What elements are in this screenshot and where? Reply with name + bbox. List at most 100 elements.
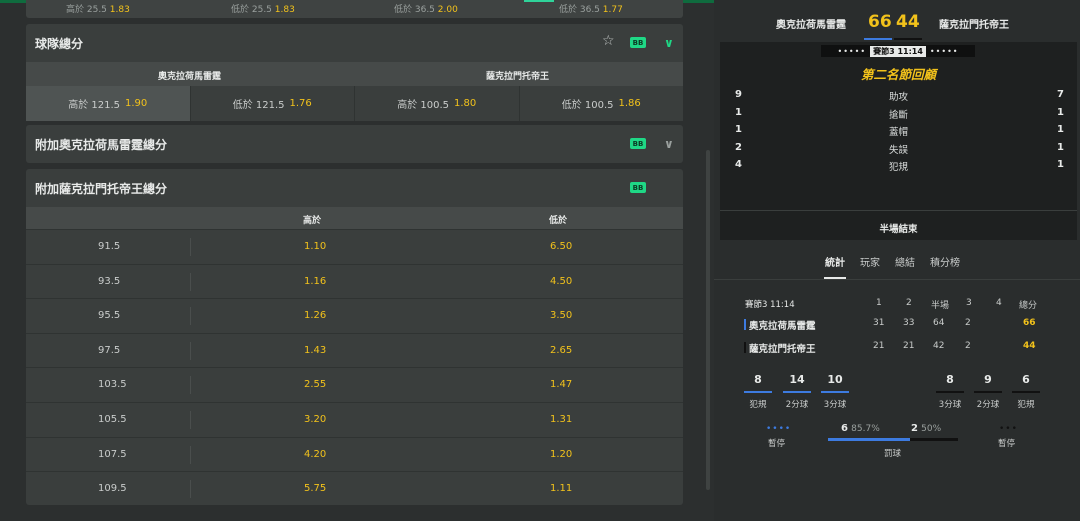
bet-home-over[interactable]: 高於 121.5 1.90 — [26, 86, 191, 121]
free-throw-label: 罰球 — [884, 449, 902, 459]
alt-line: 107.5 — [98, 448, 127, 460]
strip-highlight — [524, 0, 554, 2]
recap-away-value: 7 — [1057, 89, 1064, 100]
column-divider — [190, 238, 191, 256]
chevron-down-icon[interactable]: ∨ — [664, 137, 674, 151]
recap-stat-row: 1 搶斷 1 — [720, 107, 1077, 125]
bet-home-under[interactable]: 低於 121.5 1.76 — [190, 86, 355, 121]
period-clock-pill: ••••• 賽節3 11:14 ••••• — [821, 45, 975, 57]
alt-over-odd[interactable]: 1.43 — [304, 345, 326, 356]
alt-under-odd[interactable]: 1.47 — [550, 379, 572, 390]
stat-bar — [974, 391, 1002, 393]
box-away-q2: 21 — [903, 341, 915, 351]
box-away-q3: 2 — [965, 341, 971, 351]
alt-over-odd[interactable]: 4.20 — [304, 449, 326, 460]
chevron-down-icon[interactable]: ∨ — [664, 36, 674, 50]
col-total: 總分 — [1019, 301, 1038, 311]
alt-over-odd[interactable]: 1.26 — [304, 310, 326, 321]
extra-home-header[interactable]: 附加奧克拉荷馬雷霆總分 BB ∨ — [26, 125, 683, 163]
alt-over-odd[interactable]: 2.55 — [304, 379, 326, 390]
recap-away-value: 1 — [1057, 159, 1064, 170]
halftime-label: 半場結束 — [720, 210, 1077, 235]
alt-under-odd[interactable]: 4.50 — [550, 276, 572, 287]
strip-odd: 1.83 — [274, 5, 295, 15]
alt-under-odd[interactable]: 1.11 — [550, 483, 572, 494]
live-match-panel: 奧克拉荷馬雷霆 66 44 薩克拉門托帝王 ••••• 賽節3 11:14 ••… — [714, 0, 1080, 521]
home-team-name: 奧克拉荷馬雷霆 — [776, 20, 846, 31]
bet-odd: 1.76 — [289, 98, 312, 109]
away-stat-3pt: 8 3分球 — [936, 373, 964, 410]
col-q4: 4 — [996, 298, 1002, 308]
bet-label: 高於 100.5 — [397, 100, 450, 111]
stat-bar — [936, 391, 964, 393]
strip-cell-b[interactable]: 低於 25.5 1.83 — [231, 2, 295, 15]
scrollbar[interactable] — [706, 150, 710, 490]
away-ft-bar — [910, 438, 958, 441]
under-header: 低於 — [549, 216, 568, 226]
bet-builder-badge: BB — [630, 182, 646, 193]
strip-odd: 1.83 — [109, 5, 130, 15]
alt-under-odd[interactable]: 3.50 — [550, 310, 572, 321]
tab-standings[interactable]: 積分榜 — [930, 254, 960, 269]
recap-stat-name: 失誤 — [888, 144, 908, 156]
home-timeout-label: 暫停 — [768, 439, 786, 449]
alt-over-odd[interactable]: 1.16 — [304, 276, 326, 287]
recap-stat-name: 犯規 — [888, 162, 908, 173]
stat-bar — [783, 391, 811, 393]
team-totals-header[interactable]: 球隊總分 ☆ BB ∨ — [26, 24, 683, 62]
extra-away-header[interactable]: 附加薩克拉門托帝王總分 BB — [26, 169, 683, 207]
strip-cell-c[interactable]: 低於 36.5 2.00 — [394, 2, 458, 15]
alt-line: 97.5 — [98, 344, 121, 356]
strip-cell-d[interactable]: 低於 36.5 1.77 — [559, 2, 623, 15]
column-divider — [190, 410, 191, 429]
clock-label: 11:14 — [897, 46, 923, 56]
box-away-total: 44 — [1023, 341, 1036, 351]
stat-value: 14 — [789, 373, 805, 386]
column-divider — [190, 341, 191, 360]
box-away-q1: 21 — [873, 341, 885, 351]
box-home-q1: 31 — [873, 318, 885, 328]
alt-under-odd[interactable]: 1.31 — [550, 414, 572, 425]
bet-away-under[interactable]: 低於 100.5 1.86 — [519, 86, 683, 121]
previous-market-strip: 高於 25.5 1.83 低於 25.5 1.83 低於 36.5 2.00 低… — [26, 0, 683, 18]
stat-value: 6 — [1022, 373, 1030, 386]
extra-home-totals-panel[interactable]: 附加奧克拉荷馬雷霆總分 BB ∨ — [26, 125, 683, 163]
stat-label: 2分球 — [785, 400, 809, 410]
star-icon[interactable]: ☆ — [602, 33, 615, 49]
extra-away-title: 附加薩克拉門托帝王總分 — [35, 181, 168, 196]
alt-over-odd[interactable]: 3.20 — [304, 414, 326, 425]
stat-bar — [744, 391, 772, 393]
bet-odd: 1.86 — [618, 98, 641, 109]
tab-players[interactable]: 玩家 — [860, 254, 880, 269]
col-half: 半場 — [931, 301, 950, 311]
stat-value: 8 — [946, 373, 954, 386]
home-team-color — [744, 319, 746, 330]
alt-under-odd[interactable]: 1.20 — [550, 449, 572, 460]
alt-total-row: 93.5 1.16 4.50 — [26, 263, 683, 299]
bet-builder-badge: BB — [630, 37, 646, 48]
alt-over-odd[interactable]: 1.10 — [304, 241, 326, 252]
alt-over-odd[interactable]: 5.75 — [304, 483, 326, 494]
alt-under-odd[interactable]: 6.50 — [550, 241, 572, 252]
alt-total-row: 109.5 5.75 1.11 — [26, 471, 683, 506]
stat-label: 3分球 — [938, 400, 962, 410]
alt-total-row: 107.5 4.20 1.20 — [26, 436, 683, 472]
stat-label: 犯規 — [1017, 400, 1035, 410]
recap-title: 第二名節回顧 — [860, 67, 936, 82]
away-score: 44 — [896, 12, 920, 32]
recap-away-value: 1 — [1057, 141, 1064, 153]
team-totals-panel: 球隊總分 ☆ BB ∨ 奧克拉荷馬雷霆 薩克拉門托帝王 高於 121.5 1.90… — [26, 24, 683, 121]
box-home-q2: 33 — [903, 318, 915, 328]
team-totals-team-row: 奧克拉荷馬雷霆 薩克拉門托帝王 — [26, 62, 683, 86]
alt-under-odd[interactable]: 2.65 — [550, 345, 572, 356]
alt-line: 109.5 — [98, 483, 127, 495]
alt-line: 103.5 — [98, 379, 127, 391]
strip-cell-a[interactable]: 高於 25.5 1.83 — [66, 2, 130, 15]
bet-label: 低於 100.5 — [561, 100, 614, 111]
ft-count: 2 — [911, 423, 918, 434]
tab-summary[interactable]: 總結 — [895, 254, 915, 269]
bet-away-over[interactable]: 高於 100.5 1.80 — [355, 86, 520, 121]
tab-stats[interactable]: 統計 — [825, 254, 845, 269]
col-q1: 1 — [876, 298, 882, 308]
recap-stat-name: 搶斷 — [888, 109, 908, 121]
